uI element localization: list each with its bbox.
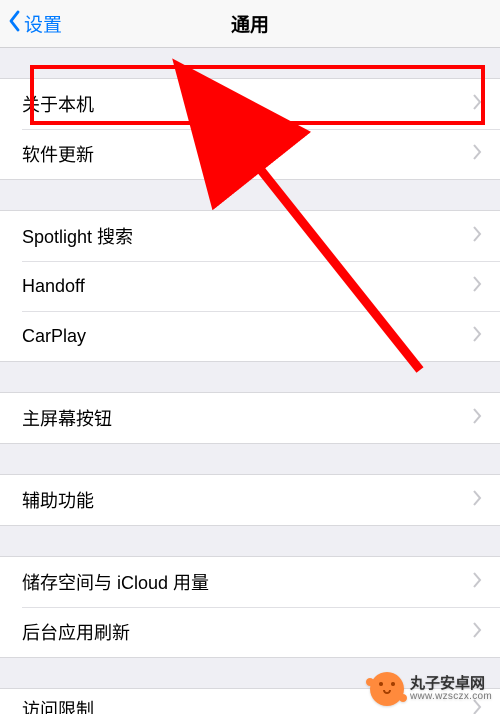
- chevron-right-icon: [472, 276, 482, 297]
- row-label: Spotlight 搜索: [22, 223, 472, 249]
- row-about[interactable]: 关于本机: [0, 79, 500, 129]
- row-spotlight[interactable]: Spotlight 搜索: [0, 211, 500, 261]
- row-home-button[interactable]: 主屏幕按钮: [0, 393, 500, 443]
- group-home-button: 主屏幕按钮: [0, 392, 500, 444]
- page-title: 通用: [0, 10, 500, 37]
- row-label: 后台应用刷新: [22, 619, 472, 645]
- chevron-right-icon: [472, 94, 482, 115]
- row-handoff[interactable]: Handoff: [0, 261, 500, 311]
- watermark-text: 丸子安卓网 www.wzsczx.com: [410, 676, 492, 702]
- row-label: 主屏幕按钮: [22, 405, 472, 431]
- settings-list: 关于本机 软件更新 Spotlight 搜索 Handoff CarPlay: [0, 78, 500, 714]
- row-label: CarPlay: [22, 326, 472, 347]
- row-label: 关于本机: [22, 91, 472, 117]
- group-spotlight: Spotlight 搜索 Handoff CarPlay: [0, 210, 500, 362]
- row-label: 辅助功能: [22, 487, 472, 513]
- row-label: Handoff: [22, 276, 472, 297]
- back-button[interactable]: 设置: [0, 10, 62, 38]
- row-background-refresh[interactable]: 后台应用刷新: [0, 607, 500, 657]
- row-carplay[interactable]: CarPlay: [0, 311, 500, 361]
- chevron-right-icon: [472, 144, 482, 165]
- row-label: 储存空间与 iCloud 用量: [22, 569, 472, 595]
- group-storage: 储存空间与 iCloud 用量 后台应用刷新: [0, 556, 500, 658]
- group-about: 关于本机 软件更新: [0, 78, 500, 180]
- watermark-title: 丸子安卓网: [410, 676, 492, 692]
- watermark-logo-icon: [370, 672, 404, 706]
- nav-bar: 设置 通用: [0, 0, 500, 48]
- chevron-right-icon: [472, 622, 482, 643]
- watermark-url: www.wzsczx.com: [410, 692, 492, 703]
- row-storage-icloud[interactable]: 储存空间与 iCloud 用量: [0, 557, 500, 607]
- chevron-right-icon: [472, 408, 482, 429]
- back-label: 设置: [24, 10, 62, 37]
- settings-general-screen: 设置 通用 关于本机 软件更新 Spotlight 搜索 Handoff: [0, 0, 500, 714]
- row-accessibility[interactable]: 辅助功能: [0, 475, 500, 525]
- chevron-right-icon: [472, 572, 482, 593]
- chevron-right-icon: [472, 226, 482, 247]
- chevron-right-icon: [472, 490, 482, 511]
- chevron-left-icon: [8, 10, 22, 38]
- group-accessibility: 辅助功能: [0, 474, 500, 526]
- chevron-right-icon: [472, 326, 482, 347]
- row-label: 软件更新: [22, 141, 472, 167]
- watermark: 丸子安卓网 www.wzsczx.com: [370, 672, 492, 706]
- row-software-update[interactable]: 软件更新: [0, 129, 500, 179]
